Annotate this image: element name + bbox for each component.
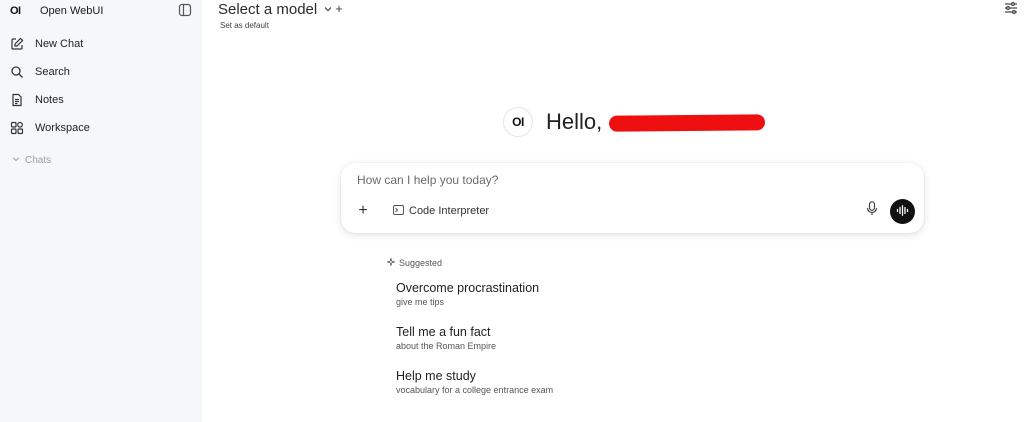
set-as-default-link[interactable]: Set as default xyxy=(220,21,269,30)
suggestion-title: Help me study xyxy=(396,369,476,383)
notes-icon xyxy=(10,93,24,107)
sidebar-item-label: New Chat xyxy=(35,38,84,50)
message-input[interactable] xyxy=(357,172,857,188)
greeting: OI Hello, xyxy=(503,106,602,138)
microphone-icon xyxy=(866,201,878,221)
sidebar-item-search[interactable]: Search xyxy=(10,62,70,82)
search-icon xyxy=(10,65,24,79)
sidebar-item-notes[interactable]: Notes xyxy=(10,90,64,110)
chevron-down-icon xyxy=(323,4,333,14)
suggestion-item[interactable]: Help me study vocabulary for a college e… xyxy=(396,369,696,395)
suggestion-item[interactable]: Tell me a fun fact about the Roman Empir… xyxy=(396,325,696,351)
redaction-mark xyxy=(608,114,766,132)
waveform-icon xyxy=(896,203,909,221)
brand-logo: OI xyxy=(10,5,21,17)
sidebar-item-label: Search xyxy=(35,66,70,78)
chats-group-label: Chats xyxy=(25,154,52,166)
sidebar-item-label: Workspace xyxy=(35,122,90,134)
suggestion-subtitle: vocabulary for a college entrance exam xyxy=(396,385,554,395)
brand-name: Open WebUI xyxy=(40,5,104,17)
chevron-down-icon xyxy=(12,155,20,166)
code-interpreter-label: Code Interpreter xyxy=(409,205,490,217)
suggested-label: Suggested xyxy=(399,258,443,268)
sidebar-item-new-chat[interactable]: New Chat xyxy=(10,34,83,54)
model-selector-label: Select a model xyxy=(218,0,318,18)
sparkle-icon xyxy=(385,256,397,268)
terminal-icon xyxy=(393,204,404,218)
controls-sliders-icon[interactable] xyxy=(1003,1,1019,15)
model-selector[interactable]: Select a model xyxy=(218,0,333,18)
pencil-square-icon xyxy=(10,37,24,51)
brand[interactable]: OI Open WebUI xyxy=(10,0,103,22)
greeting-text: Hello, xyxy=(546,109,603,134)
sidebar-item-workspace[interactable]: Workspace xyxy=(10,118,90,138)
suggestion-title: Overcome procrastination xyxy=(396,281,540,295)
workspace-icon xyxy=(10,121,24,135)
suggestion-title: Tell me a fun fact xyxy=(396,325,491,339)
sidebar-item-label: Notes xyxy=(35,94,64,106)
suggested-heading: Suggested xyxy=(385,256,443,269)
sidebar-toggle-icon[interactable] xyxy=(178,3,192,17)
dictate-button[interactable] xyxy=(865,201,879,221)
sidebar: OI Open WebUI New Chat Search Notes Work… xyxy=(0,0,202,422)
voice-mode-button[interactable] xyxy=(890,199,915,224)
message-composer: + Code Interpreter xyxy=(341,163,924,233)
model-avatar: OI xyxy=(503,107,533,137)
add-model-button[interactable]: + xyxy=(333,0,345,16)
attach-button[interactable]: + xyxy=(356,202,370,219)
suggestion-subtitle: about the Roman Empire xyxy=(396,341,497,351)
suggestion-item[interactable]: Overcome procrastination give me tips xyxy=(396,281,696,307)
code-interpreter-toggle[interactable]: Code Interpreter xyxy=(393,204,489,218)
chats-group-toggle[interactable]: Chats xyxy=(12,153,51,167)
suggestion-subtitle: give me tips xyxy=(396,297,445,307)
plus-icon: + xyxy=(335,0,343,16)
plus-icon: + xyxy=(358,202,368,219)
